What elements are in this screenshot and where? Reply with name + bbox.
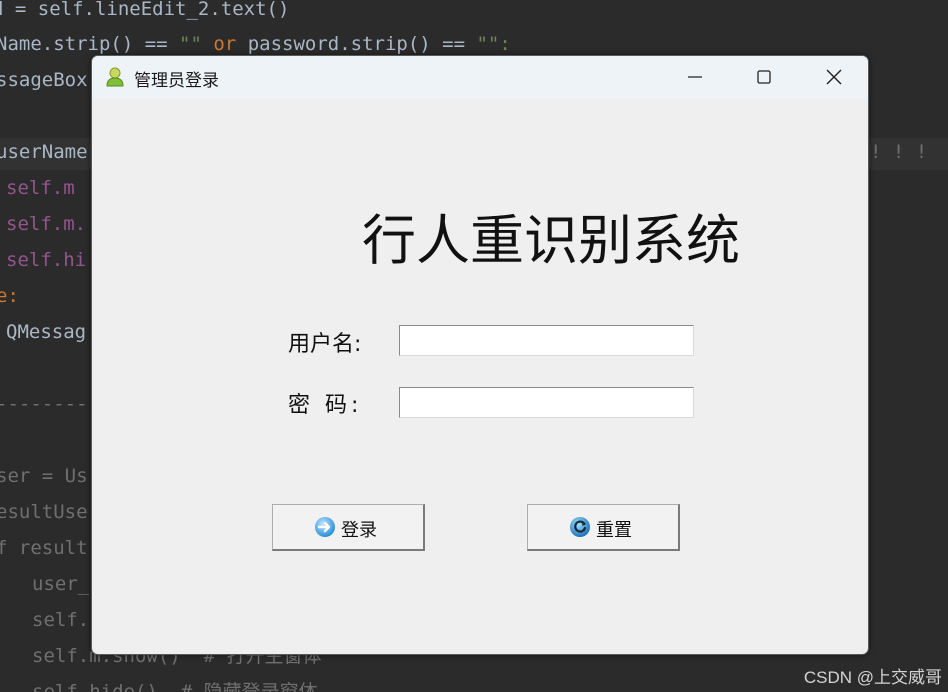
- minimize-icon: [688, 76, 702, 78]
- reset-button[interactable]: 重置: [527, 504, 680, 551]
- code-line: f result: [0, 532, 88, 564]
- close-button[interactable]: [799, 56, 868, 99]
- title-bar[interactable]: 管理员登录: [92, 56, 868, 99]
- code-text: d = self.lineEdit_2.text(): [0, 0, 290, 20]
- code-text: f result: [0, 537, 88, 559]
- minimize-button[interactable]: [660, 56, 730, 99]
- code-line: esultUse: [0, 496, 88, 528]
- login-button[interactable]: 登录: [272, 504, 425, 551]
- login-button-label: 登录: [341, 520, 377, 541]
- code-text: ser = Us: [0, 465, 88, 487]
- window-title: 管理员登录: [134, 71, 219, 90]
- code-text: password.strip() ==: [247, 33, 477, 55]
- code-line: self.: [32, 604, 89, 636]
- code-text: --------: [0, 393, 88, 415]
- close-icon: [826, 69, 842, 85]
- code-line: --------: [0, 388, 88, 420]
- code-line: self.hi: [6, 244, 86, 276]
- code-text: esultUse: [0, 501, 88, 523]
- code-text: Name.strip() ==: [0, 33, 180, 55]
- system-title: 行人重识别系统: [362, 209, 740, 272]
- username-input[interactable]: [399, 325, 694, 356]
- code-line: self.m.: [6, 208, 86, 240]
- login-arrow-icon: [314, 516, 336, 538]
- code-text: userName: [0, 141, 88, 163]
- username-label: 用户名:: [288, 332, 362, 357]
- reset-refresh-icon: [569, 516, 591, 538]
- user-icon: [106, 67, 124, 87]
- code-line: userName: [0, 136, 88, 168]
- code-text: QMessag: [6, 321, 87, 343]
- code-line: user_: [32, 568, 89, 600]
- code-line: self.m: [6, 172, 75, 204]
- code-text: ssageBox: [0, 69, 88, 91]
- code-line: d = self.lineEdit_2.text(): [0, 0, 289, 25]
- code-line: self.hide() # 隐藏登录窗体: [32, 676, 318, 692]
- reset-button-label: 重置: [596, 520, 632, 541]
- code-text: self.m.: [6, 213, 87, 235]
- code-text: self.hi: [6, 249, 87, 271]
- code-text: self.m: [6, 177, 75, 199]
- code-line: ssageBox: [0, 64, 88, 96]
- code-line: ! ! !: [870, 136, 927, 168]
- code-line: ser = Us: [0, 460, 88, 492]
- code-string: "":: [476, 33, 511, 55]
- maximize-icon: [757, 70, 771, 84]
- password-label: 密 码:: [288, 393, 363, 418]
- maximize-button[interactable]: [729, 56, 799, 99]
- code-string: "": [179, 33, 202, 55]
- code-text: e:: [0, 285, 19, 307]
- code-line: e:: [0, 280, 19, 312]
- code-keyword: or: [201, 33, 248, 55]
- code-line: QMessag: [6, 316, 86, 348]
- code-text: self.hide() # 隐藏登录窗体: [32, 681, 318, 692]
- password-input[interactable]: [399, 387, 694, 418]
- watermark: CSDN @上交威哥: [803, 668, 942, 687]
- code-text: user_: [32, 573, 90, 595]
- login-dialog: 管理员登录 行人重识别系统 用户名: 密 码: 登录 重置: [91, 55, 869, 655]
- code-text: ! ! !: [870, 141, 928, 163]
- code-text: self.: [32, 609, 90, 631]
